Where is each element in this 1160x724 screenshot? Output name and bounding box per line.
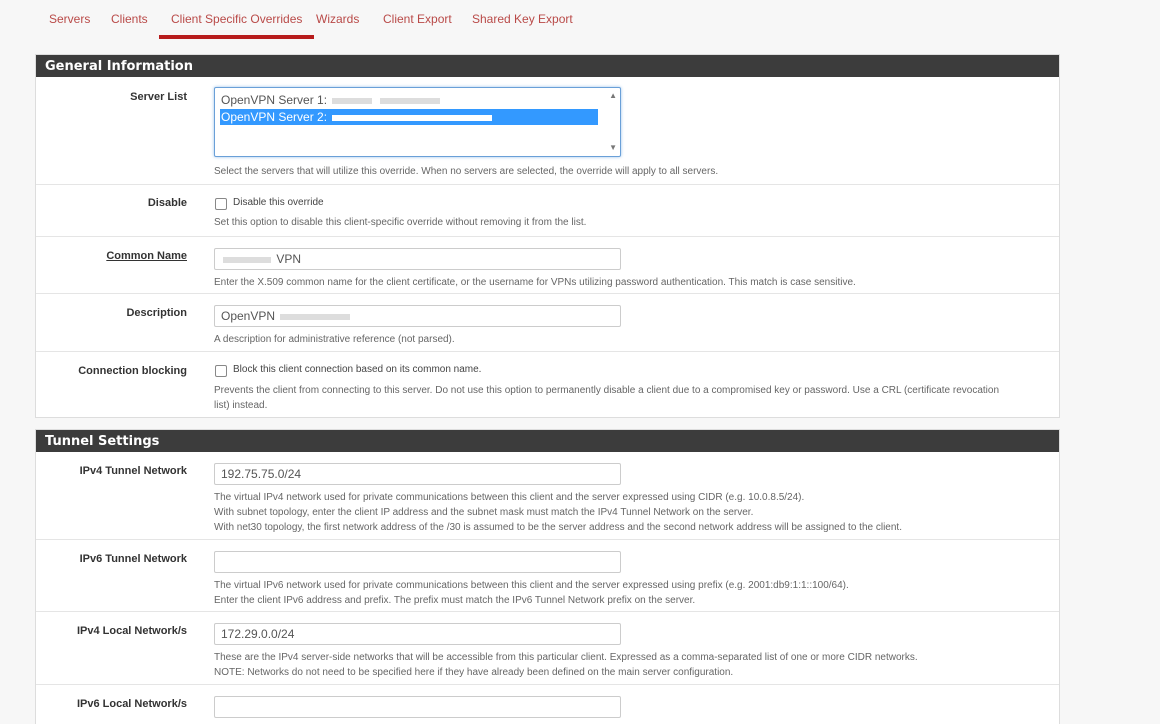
server-option-label: OpenVPN Server 1: [221, 93, 328, 107]
disable-help: Set this option to disable this client-s… [214, 217, 587, 228]
redacted-text [332, 114, 493, 121]
server-option-selected[interactable]: OpenVPN Server 2: [220, 109, 598, 125]
common-name-input[interactable]: VPN [214, 248, 621, 270]
server-option[interactable]: OpenVPN Server 1: [220, 92, 598, 108]
ipv6-local-input[interactable] [214, 696, 621, 718]
server-list-help: Select the servers that will utilize thi… [214, 166, 719, 177]
connection-blocking-help: Prevents the client from connecting to t… [214, 385, 1000, 411]
ipv6-tunnel-row: IPv6 Tunnel Network The virtual IPv6 net… [36, 539, 1059, 611]
ipv6-local-row: IPv6 Local Network/s [36, 684, 1059, 724]
ipv4-tunnel-label: IPv4 Tunnel Network [79, 465, 187, 477]
ipv4-tunnel-input[interactable]: 192.75.75.0/24 [214, 463, 621, 485]
description-row: Description OpenVPN A description for ad… [36, 293, 1059, 351]
disable-checkbox[interactable] [215, 198, 227, 210]
common-name-help: Enter the X.509 common name for the clie… [214, 277, 856, 288]
common-name-row: Common Name VPN Enter the X.509 common n… [36, 236, 1059, 293]
common-name-value: VPN [276, 252, 302, 266]
disable-checkbox-label[interactable]: Disable this override [233, 197, 324, 208]
connection-blocking-label: Connection blocking [78, 365, 187, 377]
redacted-text [332, 97, 373, 104]
ipv4-tunnel-row: IPv4 Tunnel Network 192.75.75.0/24 The v… [36, 452, 1059, 539]
redacted-text [280, 313, 351, 320]
ipv6-tunnel-help: The virtual IPv6 network used for privat… [214, 578, 1034, 608]
tab-servers[interactable]: Servers [37, 0, 102, 39]
connection-blocking-row: Connection blocking Block this client co… [36, 351, 1059, 419]
help-line: The virtual IPv4 network used for privat… [214, 492, 805, 503]
ipv6-tunnel-input[interactable] [214, 551, 621, 573]
ipv4-local-input[interactable]: 172.29.0.0/24 [214, 623, 621, 645]
panel-heading: General Information [36, 55, 1059, 77]
description-value: OpenVPN [221, 309, 276, 323]
help-line: NOTE: Networks do not need to be specifi… [214, 667, 734, 678]
server-list-label: Server List [130, 91, 187, 103]
server-option-label: OpenVPN Server 2: [221, 110, 328, 124]
ipv4-local-label: IPv4 Local Network/s [76, 625, 187, 637]
disable-label: Disable [147, 197, 187, 209]
server-list-row: Server List OpenVPN Server 1: OpenVPN Se… [36, 77, 1059, 184]
tab-wizards[interactable]: Wizards [304, 0, 371, 39]
redacted-text [223, 256, 271, 263]
connection-blocking-checkbox-label[interactable]: Block this client connection based on it… [233, 364, 481, 375]
tab-shared-key-export[interactable]: Shared Key Export [460, 0, 585, 39]
description-label: Description [126, 307, 187, 319]
redacted-text [379, 97, 440, 104]
scroll-down-icon[interactable]: ▼ [609, 143, 617, 152]
connection-blocking-checkbox[interactable] [215, 365, 227, 377]
ipv6-tunnel-label: IPv6 Tunnel Network [79, 553, 187, 565]
help-line: The virtual IPv6 network used for privat… [214, 580, 849, 591]
help-line: Enter the client IPv6 address and prefix… [214, 595, 696, 606]
common-name-label: Common Name [106, 250, 187, 262]
ipv6-local-label: IPv6 Local Network/s [76, 698, 187, 710]
server-list-select[interactable]: OpenVPN Server 1: OpenVPN Server 2: ▲ ▼ [214, 87, 621, 157]
description-help: A description for administrative referen… [214, 334, 455, 345]
tab-client-export[interactable]: Client Export [371, 0, 464, 39]
ipv4-local-row: IPv4 Local Network/s 172.29.0.0/24 These… [36, 611, 1059, 684]
tab-bar: Servers Clients Client Specific Override… [36, 0, 1060, 39]
help-line: With net30 topology, the first network a… [214, 522, 902, 533]
panel-heading: Tunnel Settings [36, 430, 1059, 452]
disable-row: Disable Disable this override Set this o… [36, 184, 1059, 236]
scroll-up-icon[interactable]: ▲ [609, 91, 617, 100]
tab-clients[interactable]: Clients [99, 0, 160, 39]
tunnel-settings-panel: Tunnel Settings IPv4 Tunnel Network 192.… [35, 429, 1060, 724]
ipv4-local-help: These are the IPv4 server-side networks … [214, 650, 1034, 680]
tab-client-specific-overrides[interactable]: Client Specific Overrides [159, 0, 315, 39]
help-line: With subnet topology, enter the client I… [214, 507, 754, 518]
description-input[interactable]: OpenVPN [214, 305, 621, 327]
ipv4-tunnel-help: The virtual IPv4 network used for privat… [214, 490, 1034, 535]
help-line: These are the IPv4 server-side networks … [214, 652, 918, 663]
general-information-panel: General Information Server List OpenVPN … [35, 54, 1060, 418]
